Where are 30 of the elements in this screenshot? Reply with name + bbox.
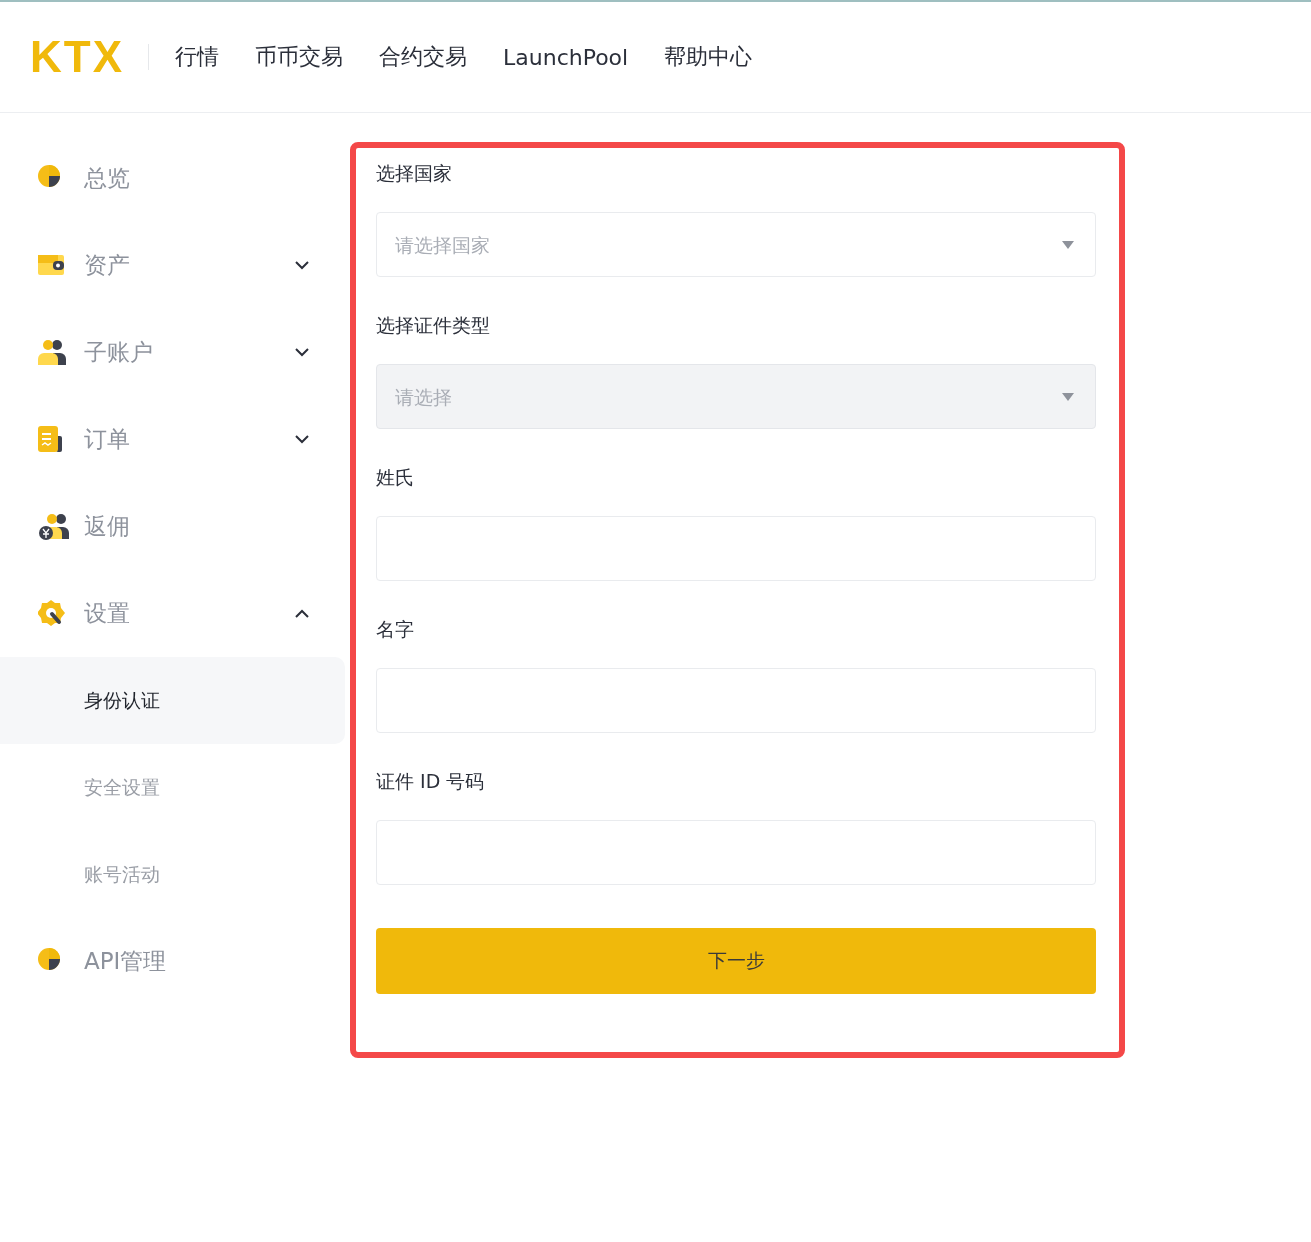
dropdown-arrow-icon — [1062, 241, 1074, 249]
submenu-item[interactable]: 身份认证 — [0, 657, 345, 744]
nav-link[interactable]: 行情 — [175, 42, 219, 72]
field-label: 名字 — [376, 617, 415, 642]
submenu-item[interactable]: 安全设置 — [0, 744, 345, 831]
field-label: 选择证件类型 — [376, 313, 491, 338]
sidebar-item[interactable]: API管理 — [0, 918, 345, 1005]
nav-link[interactable]: 币币交易 — [255, 42, 343, 72]
chevron-icon — [295, 348, 309, 357]
sidebar-item[interactable]: 总览 — [0, 135, 345, 222]
nav-link[interactable]: 合约交易 — [379, 42, 467, 72]
select-field[interactable]: 请选择国家 — [376, 212, 1096, 277]
sidebar-item[interactable]: 订单 — [0, 396, 345, 483]
field-label: 选择国家 — [376, 161, 453, 186]
nav-link[interactable]: LaunchPool — [503, 44, 629, 70]
field-label: 证件 ID 号码 — [376, 769, 486, 794]
next-button[interactable]: 下一步 — [376, 928, 1096, 994]
brand-logo[interactable]: KTX — [30, 35, 124, 79]
sidebar-item[interactable]: 子账户 — [0, 309, 345, 396]
field-label: 姓氏 — [376, 465, 415, 490]
users-coin-icon — [38, 511, 70, 542]
sidebar-item[interactable]: 返佣 — [0, 483, 345, 570]
submenu-item[interactable]: 账号活动 — [0, 831, 345, 918]
chevron-icon — [295, 609, 309, 618]
sidebar-item[interactable]: 资产 — [0, 222, 345, 309]
dropdown-arrow-icon — [1062, 393, 1074, 401]
nav-link[interactable]: 帮助中心 — [664, 42, 753, 72]
chevron-icon — [295, 261, 309, 270]
sidebar-item[interactable]: 设置 — [0, 570, 345, 657]
chevron-icon — [295, 435, 309, 444]
